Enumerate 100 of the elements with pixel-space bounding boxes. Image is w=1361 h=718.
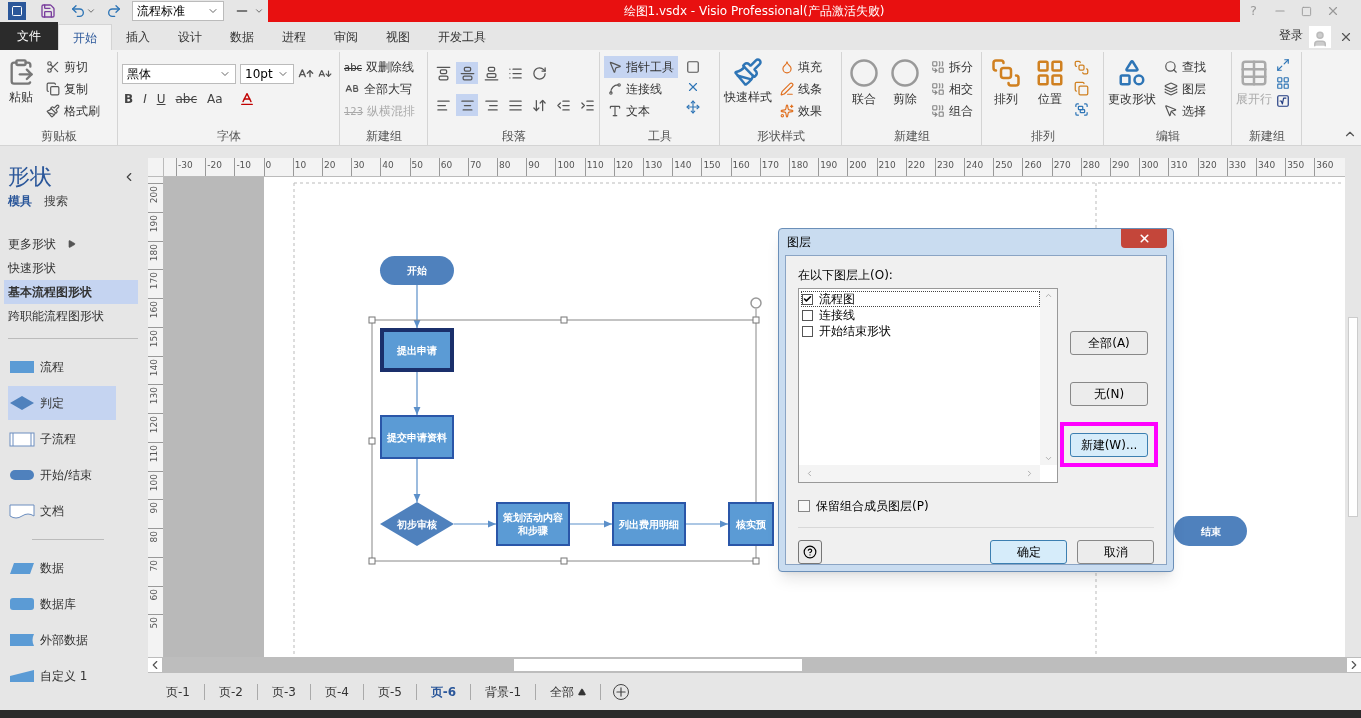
ribbon-button[interactable]: 线条 xyxy=(776,78,826,100)
layer-item[interactable]: 连接线 xyxy=(801,307,1040,323)
change-shape-button[interactable]: 更改形状 xyxy=(1108,56,1156,108)
stencil-link[interactable]: 跨职能流程图形状 xyxy=(4,304,138,328)
ribbon-button[interactable]: 填充 xyxy=(776,56,826,78)
ribbon-tab[interactable]: 插入 xyxy=(112,24,164,50)
ruler-label: 240 xyxy=(965,159,985,172)
format-button[interactable]: B xyxy=(122,90,136,108)
process-node: 提出申请 xyxy=(380,328,454,372)
page-tab[interactable]: 页-1 xyxy=(152,682,204,701)
ribbon-button[interactable]: 联合 xyxy=(846,56,883,108)
ribbon-tab[interactable]: 审阅 xyxy=(320,24,372,50)
ruler-label: 70 xyxy=(468,159,483,172)
quick-styles-button[interactable]: 快速样式 xyxy=(724,56,772,106)
dialog-title: 图层 xyxy=(787,234,811,251)
file-tab[interactable]: 文件 xyxy=(0,22,58,50)
format-button[interactable]: abc xyxy=(173,90,200,108)
font-name-value: 黑体 xyxy=(127,66,151,83)
ruler-label: 190 xyxy=(149,214,159,232)
layer-name: 流程图 xyxy=(819,291,855,308)
ribbon-button[interactable]: 选择 xyxy=(1160,100,1210,122)
layer-name: 连接线 xyxy=(819,307,855,324)
ribbon-button[interactable]: 格式刷 xyxy=(42,100,104,122)
ruler-label: 190 xyxy=(819,159,839,172)
ribbon-tab[interactable]: 设计 xyxy=(164,24,216,50)
ribbon-button[interactable]: 全部大写 xyxy=(344,78,416,100)
ruler-label: 250 xyxy=(994,159,1014,172)
format-button[interactable]: U xyxy=(154,90,168,108)
ribbon-tab[interactable]: 视图 xyxy=(372,24,424,50)
ruler-label: -30 xyxy=(177,159,194,172)
ruler-label: 160 xyxy=(731,159,751,172)
ribbon-button[interactable]: 拆分 xyxy=(927,56,977,78)
ribbon-button[interactable]: 指针工具 xyxy=(604,56,678,78)
dialog-button[interactable]: 全部(A) xyxy=(1070,331,1148,355)
stencil-link[interactable]: 更多形状 xyxy=(4,232,138,256)
ruler-label: 350 xyxy=(1286,159,1306,172)
ruler-label: 180 xyxy=(149,243,159,261)
ruler-label: 140 xyxy=(673,159,693,172)
ruler-label: 110 xyxy=(149,444,159,462)
ruler-label: -10 xyxy=(235,159,253,172)
layers-list[interactable]: 流程图 连接线 开始结束形状 xyxy=(798,288,1058,483)
ribbon-button[interactable]: 位置 xyxy=(1030,56,1070,108)
font-size-value: 10pt xyxy=(245,66,273,83)
ruler-label: 230 xyxy=(935,159,956,172)
ribbon-button[interactable]: 效果 xyxy=(776,100,826,122)
sign-in-link[interactable]: 登录 xyxy=(1279,26,1303,44)
format-button[interactable]: Aa xyxy=(205,90,225,108)
dialog-button[interactable]: 无(N) xyxy=(1070,382,1148,406)
ribbon-tab[interactable]: 数据 xyxy=(216,24,268,50)
stencil-link[interactable]: 基本流程图形状 xyxy=(4,280,138,304)
page-tab[interactable]: 页-4 xyxy=(310,682,363,701)
stencil-link[interactable]: 快速形状 xyxy=(4,256,138,280)
page-tab[interactable]: 页-2 xyxy=(204,682,257,701)
layer-item[interactable]: 开始结束形状 xyxy=(801,323,1040,339)
layer-name: 开始结束形状 xyxy=(819,323,891,340)
ruler-label: 160 xyxy=(149,301,159,319)
ribbon-tab[interactable]: 开发工具 xyxy=(424,24,500,50)
ribbon-button[interactable]: abc 双删除线 xyxy=(344,56,416,78)
process-node: 列出费用明细 xyxy=(612,502,686,546)
ruler-label: 0 xyxy=(264,159,273,172)
ribbon-button[interactable]: 组合 xyxy=(927,100,977,122)
stencil-shape[interactable]: 判定 xyxy=(8,386,116,420)
ruler-label: 90 xyxy=(149,502,159,514)
page-tab[interactable]: 全部 xyxy=(536,682,601,701)
ribbon-button[interactable]: 查找 xyxy=(1160,56,1210,78)
ruler-label: 60 xyxy=(439,159,454,172)
ruler-label: 90 xyxy=(527,159,541,172)
ruler-label: 300 xyxy=(1140,159,1160,172)
ribbon-button[interactable]: 排列 xyxy=(986,56,1026,108)
group-label: 段落 xyxy=(500,128,527,145)
cancel-button[interactable]: 取消 xyxy=(1077,540,1154,564)
style-combo[interactable]: 流程标准 xyxy=(132,1,224,21)
panel-tab[interactable]: 模具 xyxy=(8,192,32,210)
ok-button[interactable]: 确定 xyxy=(990,540,1067,564)
ribbon-button[interactable]: 复制 xyxy=(42,78,104,100)
group-label: 字体 xyxy=(215,128,242,145)
ribbon-button[interactable]: 相交 xyxy=(927,78,977,100)
group-label: 新建组 xyxy=(1247,128,1286,145)
format-button[interactable]: I xyxy=(141,90,149,108)
ruler-label: 70 xyxy=(149,559,159,572)
ribbon-tab[interactable]: 进程 xyxy=(268,24,320,50)
ribbon-button[interactable]: 剪除 xyxy=(886,56,923,108)
process-node: 提交申请资料 xyxy=(380,415,454,459)
ribbon-button[interactable]: 文本 xyxy=(604,100,678,122)
page-tab[interactable]: 页-3 xyxy=(257,682,310,701)
paste-button[interactable]: 粘贴 xyxy=(4,56,38,106)
font-size-field[interactable]: 10pt xyxy=(240,64,294,84)
page-tab[interactable]: 页-5 xyxy=(363,682,416,701)
ribbon-button[interactable]: 图层 xyxy=(1160,78,1210,100)
panel-tab[interactable]: 搜索 xyxy=(44,192,68,210)
page-tab[interactable]: 页-6 xyxy=(416,682,471,701)
font-name-field[interactable]: 黑体 xyxy=(122,64,236,84)
dialog-button[interactable]: 新建(W)... xyxy=(1070,433,1148,457)
ribbon-button[interactable]: 剪切 xyxy=(42,56,104,78)
page-tab[interactable]: 背景-1 xyxy=(471,682,536,701)
ribbon-tab[interactable]: 开始 xyxy=(58,24,112,50)
layer-item[interactable]: 流程图 xyxy=(801,291,1040,307)
ribbon-button[interactable]: 连接线 xyxy=(604,78,678,100)
ruler-label: 40 xyxy=(381,159,395,172)
ruler-label: 220 xyxy=(906,159,926,172)
